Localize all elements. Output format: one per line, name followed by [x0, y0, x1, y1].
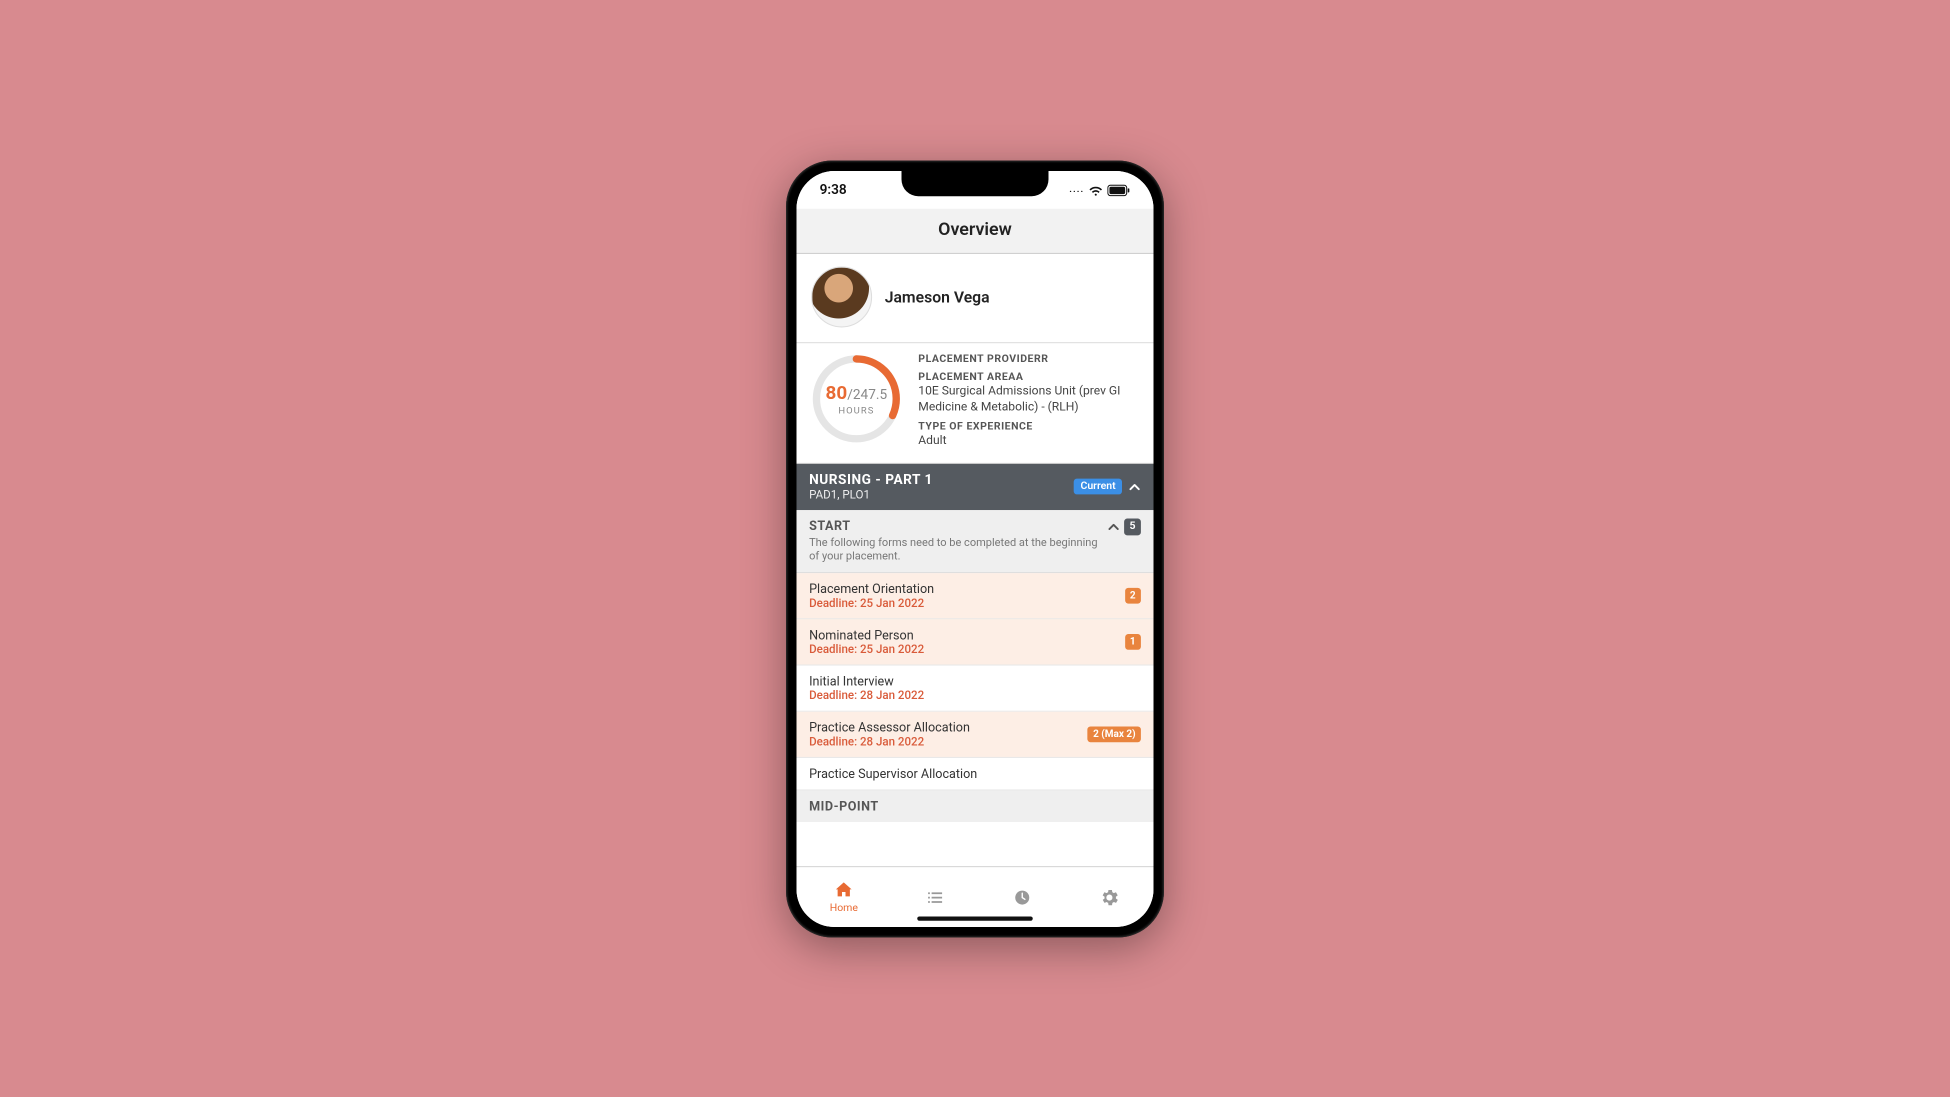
clock-icon [1012, 886, 1033, 907]
hours-numbers: 80/247.5 [826, 381, 888, 403]
notch [902, 171, 1049, 196]
chevron-up-icon [1128, 480, 1141, 493]
form-name: Practice Assessor Allocation [809, 720, 970, 735]
form-deadline: Deadline: 25 Jan 2022 [809, 596, 934, 610]
home-icon [833, 879, 854, 900]
experience-type-value: Adult [918, 432, 1139, 448]
hours-completed: 80 [826, 381, 848, 403]
tab-settings[interactable] [1099, 886, 1120, 907]
placement-area-value: 10E Surgical Admissions Unit (prev GI Me… [918, 383, 1139, 414]
start-title: START [809, 518, 1099, 533]
home-indicator[interactable] [917, 916, 1033, 920]
wifi-icon [1088, 184, 1103, 196]
form-item[interactable]: Initial InterviewDeadline: 28 Jan 2022 [797, 665, 1154, 711]
cellular-icon: .... [1069, 184, 1084, 195]
status-time: 9:38 [820, 182, 847, 198]
hours-ring: 80/247.5 HOURS [811, 353, 906, 447]
gear-icon [1099, 886, 1120, 907]
tab-home[interactable]: Home [830, 879, 858, 914]
tab-home-label: Home [830, 902, 858, 914]
form-item[interactable]: Practice Supervisor Allocation [797, 758, 1154, 791]
start-count-badge: 5 [1124, 518, 1141, 535]
form-name: Nominated Person [809, 627, 924, 642]
form-deadline: Deadline: 25 Jan 2022 [809, 642, 924, 656]
battery-icon [1107, 184, 1130, 196]
content[interactable]: Jameson Vega 80/247.5 HOURS [797, 253, 1154, 865]
subsection-start[interactable]: START The following forms need to be com… [797, 509, 1154, 572]
hours-total: /247.5 [847, 386, 887, 402]
section-title: NURSING - PART 1 [809, 472, 933, 488]
profile-name: Jameson Vega [885, 287, 990, 306]
header: Overview [797, 208, 1154, 253]
tab-time[interactable] [1012, 886, 1033, 907]
form-badge: 1 [1125, 634, 1141, 650]
form-item[interactable]: Placement OrientationDeadline: 25 Jan 20… [797, 573, 1154, 619]
form-name: Practice Supervisor Allocation [809, 766, 977, 781]
placement-summary: 80/247.5 HOURS PLACEMENT PROVIDERR PLACE… [797, 343, 1154, 464]
placement-area-label: PLACEMENT AREAA [918, 371, 1139, 383]
avatar[interactable] [811, 266, 872, 327]
form-deadline: Deadline: 28 Jan 2022 [809, 734, 970, 748]
list-icon [924, 886, 945, 907]
status-icons: .... [1069, 184, 1130, 196]
placement-provider-label: PLACEMENT PROVIDERR [918, 353, 1139, 365]
placement-info: PLACEMENT PROVIDERR PLACEMENT AREAA 10E … [918, 353, 1139, 447]
experience-type-label: TYPE OF EXPERIENCE [918, 420, 1139, 432]
form-badge: 2 [1125, 587, 1141, 603]
section-nursing[interactable]: NURSING - PART 1 PAD1, PLO1 Current [797, 463, 1154, 509]
form-item[interactable]: Practice Assessor AllocationDeadline: 28… [797, 711, 1154, 757]
phone-frame: 9:38 .... Overview Jameson Vega [786, 160, 1164, 937]
screen: 9:38 .... Overview Jameson Vega [797, 171, 1154, 927]
form-badge: 2 (Max 2) [1088, 726, 1141, 742]
start-desc: The following forms need to be completed… [809, 535, 1099, 564]
subsection-midpoint[interactable]: MID-POINT [797, 790, 1154, 822]
hours-label: HOURS [838, 405, 874, 416]
form-deadline: Deadline: 28 Jan 2022 [809, 688, 924, 702]
tab-list[interactable] [924, 886, 945, 907]
form-name: Placement Orientation [809, 581, 934, 596]
page-title: Overview [797, 219, 1154, 240]
chevron-up-icon [1107, 520, 1120, 533]
form-name: Initial Interview [809, 674, 924, 689]
profile-row[interactable]: Jameson Vega [797, 253, 1154, 342]
form-item[interactable]: Nominated PersonDeadline: 25 Jan 2022 1 [797, 619, 1154, 665]
section-sub: PAD1, PLO1 [809, 487, 933, 501]
status-badge: Current [1074, 478, 1122, 494]
